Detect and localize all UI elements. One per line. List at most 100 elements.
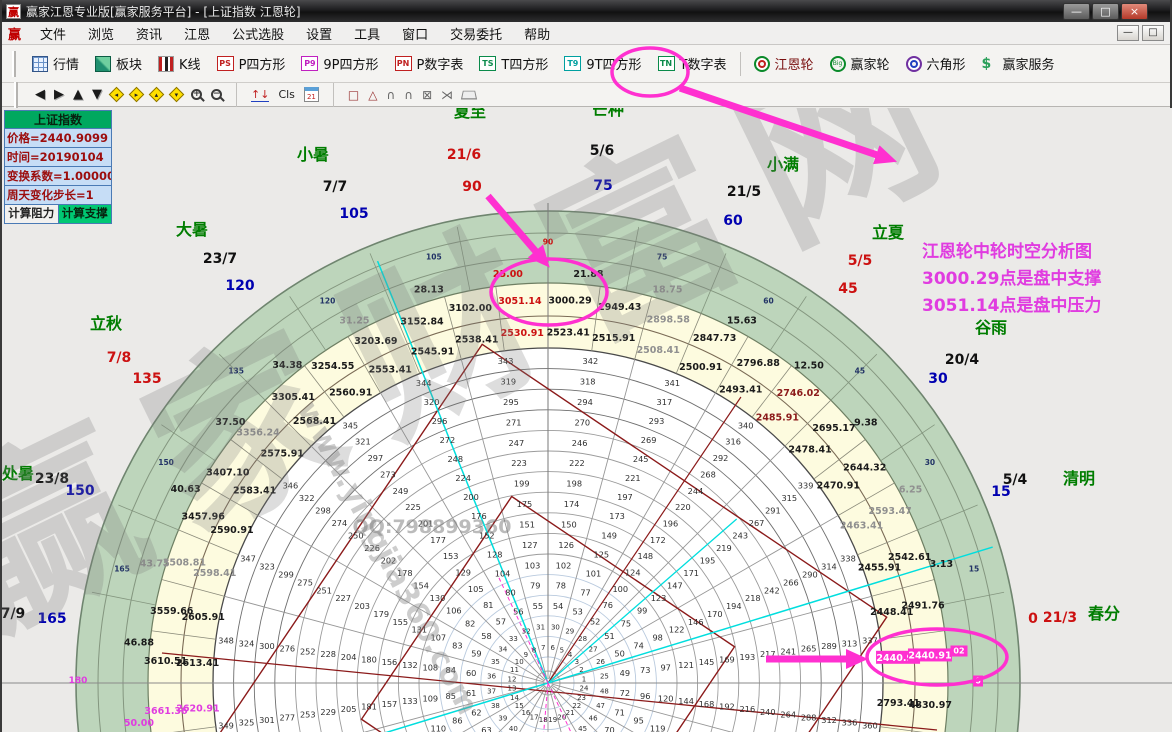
toolbar-button-T四方形[interactable]: TST四方形 xyxy=(471,50,556,77)
svg-text:99: 99 xyxy=(637,606,647,616)
svg-text:148: 148 xyxy=(638,551,654,561)
svg-text:45: 45 xyxy=(855,367,865,376)
svg-text:245: 245 xyxy=(633,454,649,464)
toolbar-button-K线[interactable]: K线 xyxy=(150,50,209,77)
diamond-down-icon[interactable]: ▾ xyxy=(169,87,185,103)
svg-text:128: 128 xyxy=(487,549,503,559)
mdi-minimize-button[interactable]: — xyxy=(1117,25,1139,41)
svg-text:248: 248 xyxy=(447,454,463,464)
svg-text:337: 337 xyxy=(862,636,878,646)
svg-text:294: 294 xyxy=(577,397,593,407)
svg-text:360: 360 xyxy=(862,720,878,730)
toolbar-label: 9T四方形 xyxy=(586,54,641,73)
svg-text:104: 104 xyxy=(495,568,511,578)
close-button[interactable]: × xyxy=(1121,3,1148,20)
menu-item-9[interactable]: 帮助 xyxy=(513,26,561,45)
flag-down-icon[interactable]: ▼ xyxy=(92,87,102,102)
svg-text:252: 252 xyxy=(300,646,316,656)
toolbar-label: 9P四方形 xyxy=(323,54,378,73)
svg-text:324: 324 xyxy=(239,638,255,648)
svg-text:174: 174 xyxy=(564,499,580,509)
toolbar-button-行情[interactable]: 行情 xyxy=(24,50,87,77)
toolbar-button-P四方形[interactable]: PSP四方形 xyxy=(209,50,294,77)
toolbar-label: 板块 xyxy=(116,54,142,73)
toolbar-button-9P四方形[interactable]: P99P四方形 xyxy=(293,50,386,77)
svg-text:34: 34 xyxy=(498,645,507,653)
toolbar-button-板块[interactable]: 板块 xyxy=(87,50,150,77)
svg-text:169: 169 xyxy=(719,654,735,664)
menu-item-8[interactable]: 交易委托 xyxy=(439,26,513,45)
menu-item-7[interactable]: 窗口 xyxy=(391,26,439,45)
svg-text:270: 270 xyxy=(574,417,590,427)
svg-text:253: 253 xyxy=(300,710,316,720)
minimize-button[interactable]: — xyxy=(1063,3,1090,20)
diamond-right-icon[interactable]: ▸ xyxy=(129,87,145,103)
svg-text:53: 53 xyxy=(572,606,582,616)
svg-text:123: 123 xyxy=(651,593,667,603)
calc-support-button[interactable]: 计算支撑 xyxy=(59,205,112,223)
svg-text:75: 75 xyxy=(621,618,631,628)
svg-text:46: 46 xyxy=(589,715,598,723)
svg-text:340: 340 xyxy=(738,420,754,430)
rect-tool-icon[interactable]: □ xyxy=(348,88,359,102)
svg-text:1: 1 xyxy=(582,675,586,683)
menu-item-0[interactable]: 文件 xyxy=(29,26,77,45)
flag-up-icon[interactable]: ▲ xyxy=(73,87,83,102)
toolbar-button-T数字表[interactable]: TNT数字表 xyxy=(650,50,735,77)
svg-text:0: 0 xyxy=(1028,611,1038,627)
prev-arrow-icon[interactable]: ◀ xyxy=(35,87,45,102)
svg-text:74: 74 xyxy=(633,640,643,650)
menu-item-3[interactable]: 江恩 xyxy=(173,26,221,45)
svg-text:119: 119 xyxy=(650,723,666,732)
svg-text:244: 244 xyxy=(688,486,704,496)
kline-icon xyxy=(158,56,174,72)
svg-text:2796.88: 2796.88 xyxy=(737,358,781,369)
menu-item-1[interactable]: 浏览 xyxy=(77,26,125,45)
zoom-out-icon[interactable]: − xyxy=(211,89,222,100)
svg-text:121: 121 xyxy=(678,660,694,670)
trapezoid-tool-icon[interactable] xyxy=(461,91,477,100)
svg-text:220: 220 xyxy=(675,502,691,512)
compress-tool-icon[interactable]: ⋊ xyxy=(441,88,453,102)
svg-text:127: 127 xyxy=(522,540,538,550)
svg-text:2470.91: 2470.91 xyxy=(817,481,860,492)
arc-ccw-icon[interactable]: ∩ xyxy=(386,88,395,102)
cls-button[interactable]: Cls xyxy=(278,88,294,101)
calendar-icon[interactable]: 21 xyxy=(304,87,319,102)
svg-text:219: 219 xyxy=(716,543,732,553)
triangle-tool-icon[interactable]: △ xyxy=(368,88,377,102)
maximize-button[interactable]: □ xyxy=(1092,3,1119,20)
svg-text:199: 199 xyxy=(514,479,530,489)
updown-tool-icon[interactable]: ↑↓ xyxy=(251,88,269,102)
menu-item-6[interactable]: 工具 xyxy=(343,26,391,45)
arc-cw-icon[interactable]: ∩ xyxy=(404,88,413,102)
index-data-panel: 上证指数 价格=2440.9099时间=20190104变换系数=1.00000… xyxy=(4,110,112,224)
diamond-left-icon[interactable]: ◂ xyxy=(109,87,125,103)
svg-text:02: 02 xyxy=(953,647,964,656)
svg-text:7/8: 7/8 xyxy=(107,350,132,366)
toolbar-button-六角形[interactable]: 六角形 xyxy=(898,50,974,77)
toolbar-label: P四方形 xyxy=(239,54,286,73)
toolbar-button-9T四方形[interactable]: T99T四方形 xyxy=(556,50,649,77)
zoom-in-icon[interactable]: + xyxy=(191,89,202,100)
svg-text:70: 70 xyxy=(604,725,614,732)
mdi-restore-button[interactable]: □ xyxy=(1142,25,1164,41)
expand-tool-icon[interactable]: ⊠ xyxy=(422,88,432,102)
svg-text:2620.91: 2620.91 xyxy=(176,704,219,715)
svg-text:芒种: 芒种 xyxy=(592,108,624,119)
next-arrow-icon[interactable]: ▶ xyxy=(54,87,64,102)
calc-resistance-button[interactable]: 计算阻力 xyxy=(5,205,59,223)
svg-text:52: 52 xyxy=(590,617,600,627)
svg-text:71: 71 xyxy=(614,708,624,718)
panel-row-3: 周天变化步长=1 xyxy=(5,186,111,205)
menu-item-5[interactable]: 设置 xyxy=(295,26,343,45)
menu-item-2[interactable]: 资讯 xyxy=(125,26,173,45)
toolbar-button-P数字表[interactable]: PNP数字表 xyxy=(387,50,472,77)
menu-item-4[interactable]: 公式选股 xyxy=(221,26,295,45)
svg-text:175: 175 xyxy=(517,499,533,509)
toolbar-button-赢家轮[interactable]: Big赢家轮 xyxy=(822,50,898,77)
diamond-up-icon[interactable]: ▴ xyxy=(149,87,165,103)
svg-text:221: 221 xyxy=(625,473,641,483)
toolbar-button-江恩轮[interactable]: 江恩轮 xyxy=(746,50,822,77)
toolbar-button-赢家服务[interactable]: $赢家服务 xyxy=(974,50,1063,77)
